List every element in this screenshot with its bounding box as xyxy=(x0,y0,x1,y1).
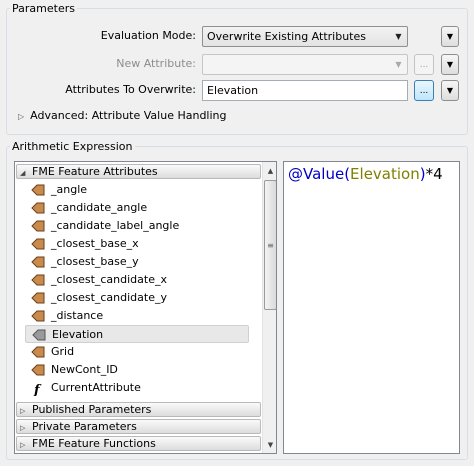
scroll-down-icon[interactable]: ▼ xyxy=(263,436,276,453)
expression-function-open: @Value( xyxy=(288,165,351,183)
svg-text:f: f xyxy=(33,383,42,396)
new-attribute-menu-button[interactable]: ▼ xyxy=(441,54,459,75)
attribute-icon xyxy=(31,238,45,250)
section-label: Private Parameters xyxy=(32,420,137,433)
triangle-right-icon: ▷ xyxy=(20,424,26,432)
triangle-down-icon: ▼ xyxy=(446,86,454,95)
list-item-label: _candidate_label_angle xyxy=(51,219,180,232)
list-item-label: _candidate_angle xyxy=(51,201,148,214)
evaluation-mode-label: Evaluation Mode: xyxy=(100,29,196,42)
triangle-right-icon: ▷ xyxy=(18,112,25,121)
triangle-down-icon: ▼ xyxy=(446,60,454,69)
list-item[interactable]: f CurrentAttribute xyxy=(25,379,249,398)
list-item-label: _closest_candidate_y xyxy=(51,291,167,304)
arithmetic-expression-title: Arithmetic Expression xyxy=(10,140,135,153)
attribute-icon xyxy=(31,364,45,376)
attributes-to-overwrite-field[interactable]: Elevation xyxy=(202,80,408,101)
list-item[interactable]: _candidate_label_angle xyxy=(25,217,249,235)
chevron-down-icon: ▼ xyxy=(395,60,402,69)
attribute-icon xyxy=(31,220,45,232)
section-private-parameters[interactable]: ▷ Private Parameters xyxy=(16,419,261,434)
list-item-label: Elevation xyxy=(52,328,104,341)
list-item[interactable]: _angle xyxy=(25,181,249,199)
function-icon: f xyxy=(31,382,45,398)
expression-text[interactable]: @Value(Elevation)*4 xyxy=(288,164,443,184)
triangle-down-icon: ◢ xyxy=(20,169,26,177)
section-fme-feature-functions[interactable]: ▷ FME Feature Functions xyxy=(16,436,261,451)
list-item-label: _closest_base_y xyxy=(51,255,139,268)
evaluation-mode-value: Overwrite Existing Attributes xyxy=(207,30,366,43)
list-item[interactable]: _candidate_angle xyxy=(25,199,249,217)
list-item-label: _closest_base_x xyxy=(51,237,139,250)
list-item[interactable]: _closest_base_x xyxy=(25,235,249,253)
attribute-icon xyxy=(31,346,45,358)
list-item-label: Grid xyxy=(51,345,75,358)
section-label: FME Feature Attributes xyxy=(32,165,158,178)
attribute-icon xyxy=(31,184,45,196)
new-attribute-label: New Attribute: xyxy=(116,57,196,70)
list-item-label: NewCont_ID xyxy=(51,363,118,376)
list-item-label: _angle xyxy=(51,183,88,196)
expression-tree[interactable]: ◢ FME Feature Attributes _angle _candidate… xyxy=(14,161,277,454)
list-item[interactable]: _closest_candidate_y xyxy=(25,289,249,307)
list-item[interactable]: NewCont_ID xyxy=(25,361,249,379)
scroll-up-icon[interactable]: ▲ xyxy=(263,162,276,179)
triangle-right-icon: ▷ xyxy=(20,441,26,449)
section-label: Published Parameters xyxy=(32,403,152,416)
attributes-to-overwrite-value: Elevation xyxy=(207,84,259,97)
evaluation-mode-select[interactable]: Overwrite Existing Attributes ▼ xyxy=(202,26,408,47)
parameters-title: Parameters xyxy=(10,2,77,15)
attribute-icon xyxy=(31,292,45,304)
attribute-icon xyxy=(32,329,46,341)
scrollbar-thumb[interactable]: ≡ xyxy=(264,180,276,310)
advanced-attribute-value-handling-toggle[interactable]: ▷ Advanced: Attribute Value Handling xyxy=(18,109,227,124)
section-fme-feature-attributes[interactable]: ◢ FME Feature Attributes xyxy=(16,164,261,179)
list-item[interactable]: _distance xyxy=(25,307,249,325)
list-item-label: CurrentAttribute xyxy=(51,381,141,394)
triangle-down-icon: ▼ xyxy=(446,32,454,41)
evaluation-mode-menu-button[interactable]: ▼ xyxy=(441,26,459,47)
attribute-icon xyxy=(31,274,45,286)
chevron-down-icon: ▼ xyxy=(395,32,402,41)
attribute-icon xyxy=(31,310,45,322)
expression-editor[interactable]: @Value(Elevation)*4 xyxy=(283,161,460,454)
triangle-right-icon: ▷ xyxy=(20,407,26,415)
advanced-label: Advanced: Attribute Value Handling xyxy=(30,109,227,122)
list-item[interactable]: _closest_base_y xyxy=(25,253,249,271)
new-attribute-select[interactable]: ▼ xyxy=(202,54,408,75)
new-attribute-ellipsis-button[interactable]: ... xyxy=(414,54,434,75)
attribute-icon xyxy=(31,202,45,214)
list-item[interactable]: Grid xyxy=(25,343,249,361)
section-published-parameters[interactable]: ▷ Published Parameters xyxy=(16,402,261,417)
attributes-to-overwrite-ellipsis-button[interactable]: ... xyxy=(414,80,434,101)
expression-attribute: Elevation xyxy=(350,165,420,183)
list-item-label: _distance xyxy=(51,309,104,322)
list-item[interactable]: _closest_candidate_x xyxy=(25,271,249,289)
tree-scrollbar[interactable]: ▲ ≡ ▼ xyxy=(262,162,276,453)
list-item-label: _closest_candidate_x xyxy=(51,273,167,286)
attribute-icon xyxy=(31,256,45,268)
section-label: FME Feature Functions xyxy=(32,437,156,450)
attributes-to-overwrite-label: Attributes To Overwrite: xyxy=(65,83,196,96)
attributes-to-overwrite-menu-button[interactable]: ▼ xyxy=(441,80,459,101)
list-item[interactable]: Elevation xyxy=(25,325,249,343)
expression-operator: *4 xyxy=(425,165,443,183)
